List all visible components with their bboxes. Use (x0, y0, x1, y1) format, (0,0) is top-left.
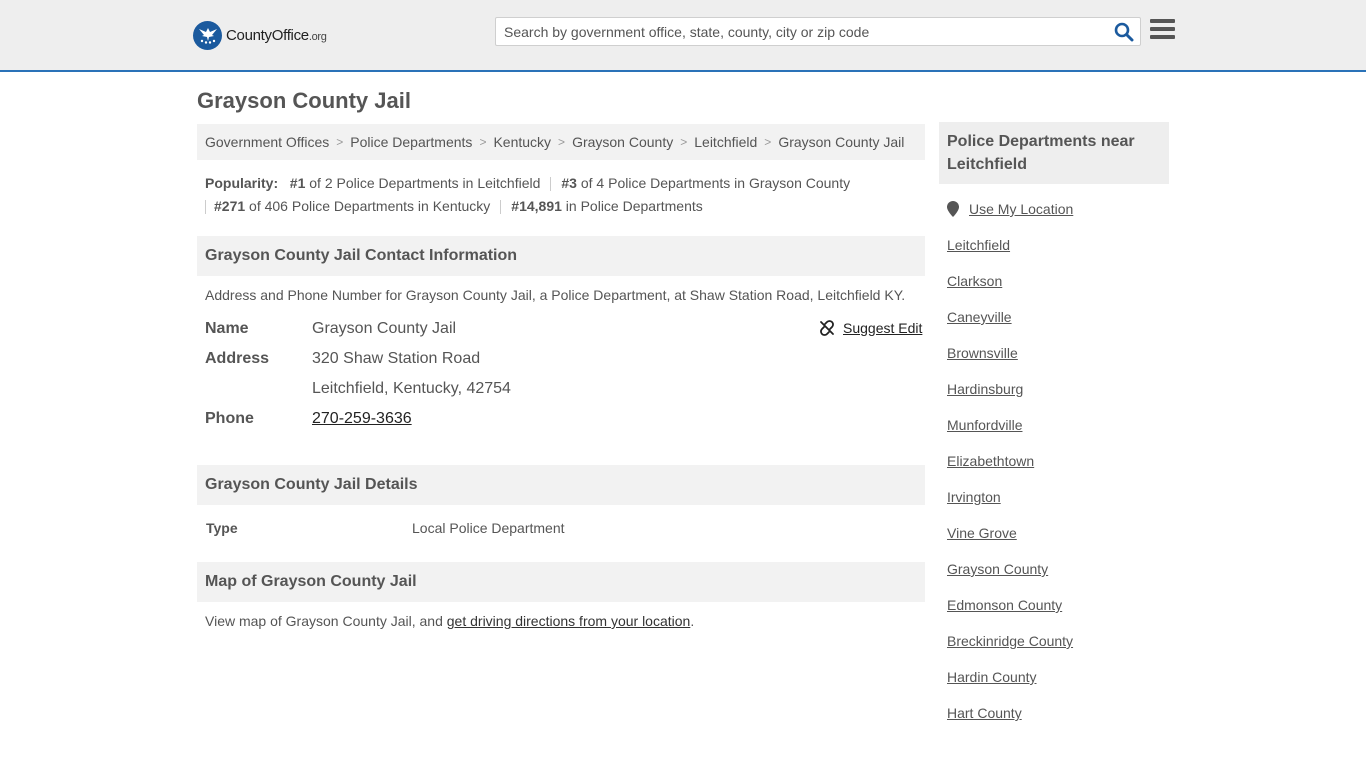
nearby-link[interactable]: Vine Grove (947, 525, 1017, 541)
map-description: View map of Grayson County Jail, and get… (205, 613, 694, 629)
search-input[interactable] (496, 18, 1106, 45)
list-item: Hardinsburg (947, 381, 1073, 417)
list-item: Hart County (947, 705, 1073, 741)
map-text-end: . (690, 613, 695, 629)
popularity-item: #271 of 406 Police Departments in Kentuc… (214, 198, 490, 214)
breadcrumb-separator: > (336, 135, 344, 149)
address-label: Address (205, 350, 270, 367)
suggest-edit-label: Suggest Edit (843, 320, 923, 336)
popularity-text: in Police Departments (561, 198, 703, 214)
breadcrumb-separator: > (558, 135, 566, 149)
breadcrumb-current: Grayson County Jail (778, 134, 905, 150)
details-section-heading: Grayson County Jail Details (197, 465, 925, 505)
nearby-link[interactable]: Hardin County (947, 669, 1037, 685)
eagle-logo-icon (193, 20, 222, 50)
hamburger-menu-icon[interactable] (1150, 19, 1175, 41)
list-item: Irvington (947, 489, 1073, 525)
nearby-link[interactable]: Munfordville (947, 417, 1022, 433)
list-item: Breckinridge County (947, 633, 1073, 669)
map-pin-icon (947, 201, 959, 217)
search-button[interactable] (1114, 22, 1134, 42)
popularity-item: #14,891 in Police Departments (511, 198, 702, 214)
breadcrumb-separator: > (680, 135, 688, 149)
list-item: Munfordville (947, 417, 1073, 453)
logo-text-tld: .org (308, 30, 327, 43)
name-label: Name (205, 320, 249, 337)
contact-section-heading: Grayson County Jail Contact Information (197, 236, 925, 276)
breadcrumb-item[interactable]: Kentucky (493, 134, 551, 150)
list-item: Elizabethtown (947, 453, 1073, 489)
map-section-heading: Map of Grayson County Jail (197, 562, 925, 602)
breadcrumb-item[interactable]: Government Offices (205, 134, 329, 150)
breadcrumb: Government Offices > Police Departments … (197, 124, 925, 160)
breadcrumb-item[interactable]: Leitchfield (694, 134, 757, 150)
name-value: Grayson County Jail (312, 320, 457, 337)
breadcrumb-item[interactable]: Police Departments (350, 134, 472, 150)
popularity-divider (550, 177, 552, 192)
use-my-location-link[interactable]: Use My Location (969, 201, 1073, 217)
popularity-rank: #1 (289, 175, 306, 191)
list-item: Brownsville (947, 345, 1073, 381)
breadcrumb-separator: > (479, 135, 487, 149)
address-line-2: Leitchfield, Kentucky, 42754 (312, 380, 511, 397)
popularity-item: #3 of 4 Police Departments in Grayson Co… (561, 175, 850, 191)
nearby-departments-list: Leitchfield Clarkson Caneyville Brownsvi… (947, 237, 1073, 741)
popularity-text: of 4 Police Departments in Grayson Count… (576, 175, 851, 191)
nearby-link[interactable]: Brownsville (947, 345, 1018, 361)
contact-description: Address and Phone Number for Grayson Cou… (205, 287, 906, 303)
popularity-text: of 2 Police Departments in Leitchfield (305, 175, 541, 191)
list-item: Hardin County (947, 669, 1073, 705)
list-item: Grayson County (947, 561, 1073, 597)
list-item: Caneyville (947, 309, 1073, 345)
type-label: Type (206, 520, 238, 536)
popularity-divider (205, 200, 206, 215)
nearby-link[interactable]: Hardinsburg (947, 381, 1023, 397)
nearby-link[interactable]: Edmonson County (947, 597, 1062, 613)
popularity-rank: #3 (561, 175, 577, 191)
popularity-text: of 406 Police Departments in Kentucky (245, 198, 491, 214)
use-my-location[interactable]: Use My Location (947, 201, 1073, 217)
type-value: Local Police Department (412, 520, 565, 536)
nearby-link[interactable]: Elizabethtown (947, 453, 1034, 469)
driving-directions-link[interactable]: get driving directions from your locatio… (447, 613, 691, 629)
list-item: Edmonson County (947, 597, 1073, 633)
popularity-item: #1 of 2 Police Departments in Leitchfiel… (290, 175, 541, 191)
nearby-link[interactable]: Breckinridge County (947, 633, 1073, 649)
nearby-link[interactable]: Leitchfield (947, 237, 1010, 253)
phone-label: Phone (205, 410, 254, 427)
nearby-link[interactable]: Irvington (947, 489, 1001, 505)
suggest-edit-link[interactable]: Suggest Edit (819, 320, 922, 336)
broken-link-icon (820, 320, 834, 336)
search-icon (1114, 22, 1134, 42)
phone-link[interactable]: 270-259-3636 (312, 410, 412, 428)
logo-text: CountyOffice.org (226, 27, 327, 44)
nearby-link[interactable]: Hart County (947, 705, 1022, 721)
nearby-link[interactable]: Grayson County (947, 561, 1048, 577)
popularity-label: Popularity: (205, 175, 279, 191)
site-logo[interactable]: CountyOffice.org (193, 20, 327, 50)
list-item: Leitchfield (947, 237, 1073, 273)
sidebar-heading: Police Departments near Leitchfield (939, 122, 1169, 184)
map-text: View map of Grayson County Jail, and (205, 613, 447, 629)
breadcrumb-separator: > (764, 135, 772, 149)
nearby-link[interactable]: Clarkson (947, 273, 1002, 289)
list-item: Clarkson (947, 273, 1073, 309)
page-title: Grayson County Jail (197, 88, 411, 113)
logo-text-main: CountyOffice (226, 26, 309, 44)
popularity-rank: #271 (214, 198, 246, 214)
list-item: Vine Grove (947, 525, 1073, 561)
popularity-rankings: Popularity: #1 of 2 Police Departments i… (205, 172, 925, 218)
site-header: CountyOffice.org (0, 0, 1366, 72)
popularity-divider (500, 200, 502, 215)
breadcrumb-item[interactable]: Grayson County (572, 134, 673, 150)
popularity-rank: #14,891 (511, 198, 562, 214)
search-box (495, 17, 1141, 46)
nearby-link[interactable]: Caneyville (947, 309, 1012, 325)
address-line-1: 320 Shaw Station Road (312, 350, 481, 367)
